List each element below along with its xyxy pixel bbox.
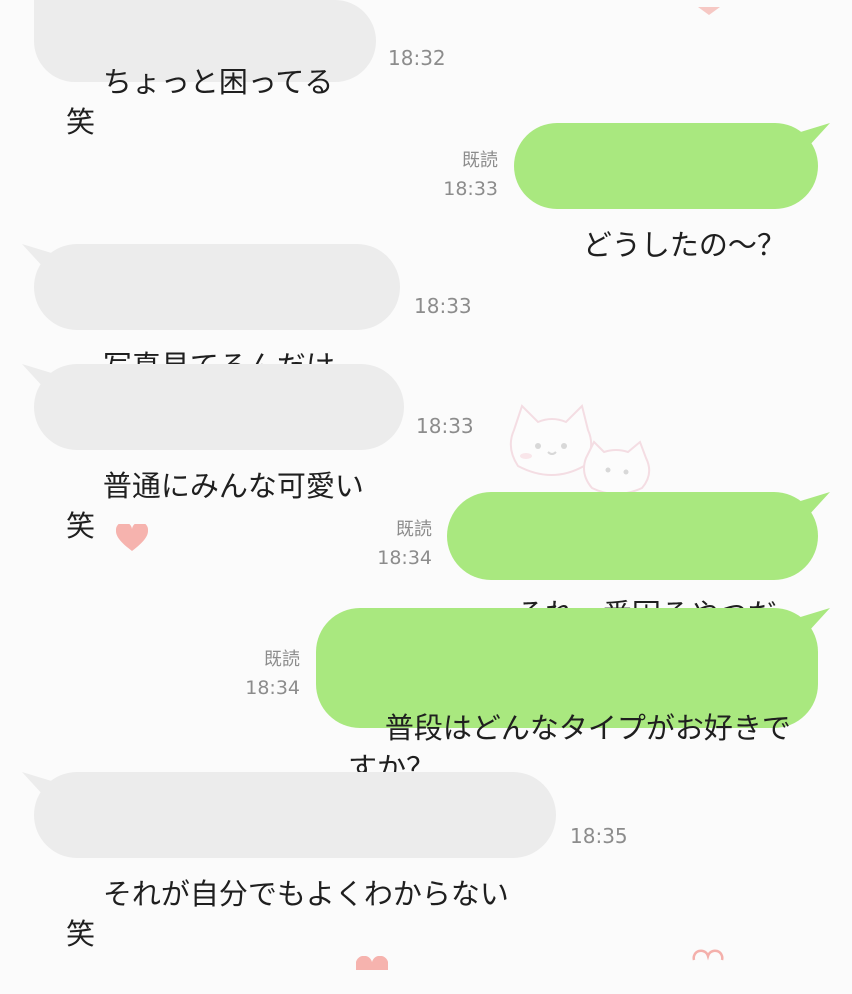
message-time: 18:34 (377, 547, 432, 569)
message-text: それが自分でもよくわからない笑 (66, 877, 509, 951)
heart-icon (698, 0, 720, 19)
chat-area[interactable]: ちょっと困ってる笑 18:32 どうしたの〜？ 既読 18:33 写真見てるんだ… (0, 0, 852, 970)
bubble-tail (22, 364, 56, 390)
message-text: どうしたの〜？ (582, 228, 786, 262)
message-time: 18:34 (245, 677, 300, 699)
message-bubble-outgoing[interactable]: それ一番困るやつだ (447, 492, 830, 631)
message-meta: 既読 18:34 (354, 516, 432, 572)
message-time: 18:35 (570, 824, 628, 848)
heart-icon (355, 955, 389, 974)
message-meta: 既読 18:33 (420, 147, 498, 203)
message-time: 18:33 (443, 178, 498, 200)
message-text: 普通にみんな可愛い笑 (66, 469, 364, 543)
bubble-tail (796, 492, 830, 518)
heart-icon (115, 521, 149, 556)
message-bubble-incoming[interactable]: ちょっと困ってる笑 (34, 0, 376, 139)
message-text: ちょっと困ってる笑 (66, 65, 334, 139)
message-bubble-outgoing[interactable]: 普段はどんなタイプがお好きですか？ (316, 608, 830, 785)
read-receipt: 既読 (396, 519, 432, 540)
message-time: 18:33 (414, 294, 472, 318)
bubble-tail (22, 244, 56, 270)
message-meta: 既読 18:34 (222, 646, 300, 702)
message-time: 18:32 (388, 46, 446, 70)
read-receipt: 既読 (462, 150, 498, 171)
cat-sticker-icon (504, 400, 664, 504)
message-bubble-outgoing[interactable]: どうしたの〜？ (514, 123, 830, 262)
bubble-tail (796, 608, 830, 634)
message-bubble-incoming[interactable]: それが自分でもよくわからない笑 (22, 772, 556, 951)
message-bubble-incoming[interactable]: 写真見てるんだけど、 (22, 244, 400, 423)
message-time: 18:33 (416, 414, 474, 438)
bubble-tail (22, 772, 56, 798)
read-receipt: 既読 (264, 649, 300, 670)
heart-icon (692, 948, 724, 973)
bubble-tail (796, 123, 830, 149)
message-bubble-incoming[interactable]: 普通にみんな可愛い笑 (22, 364, 404, 543)
